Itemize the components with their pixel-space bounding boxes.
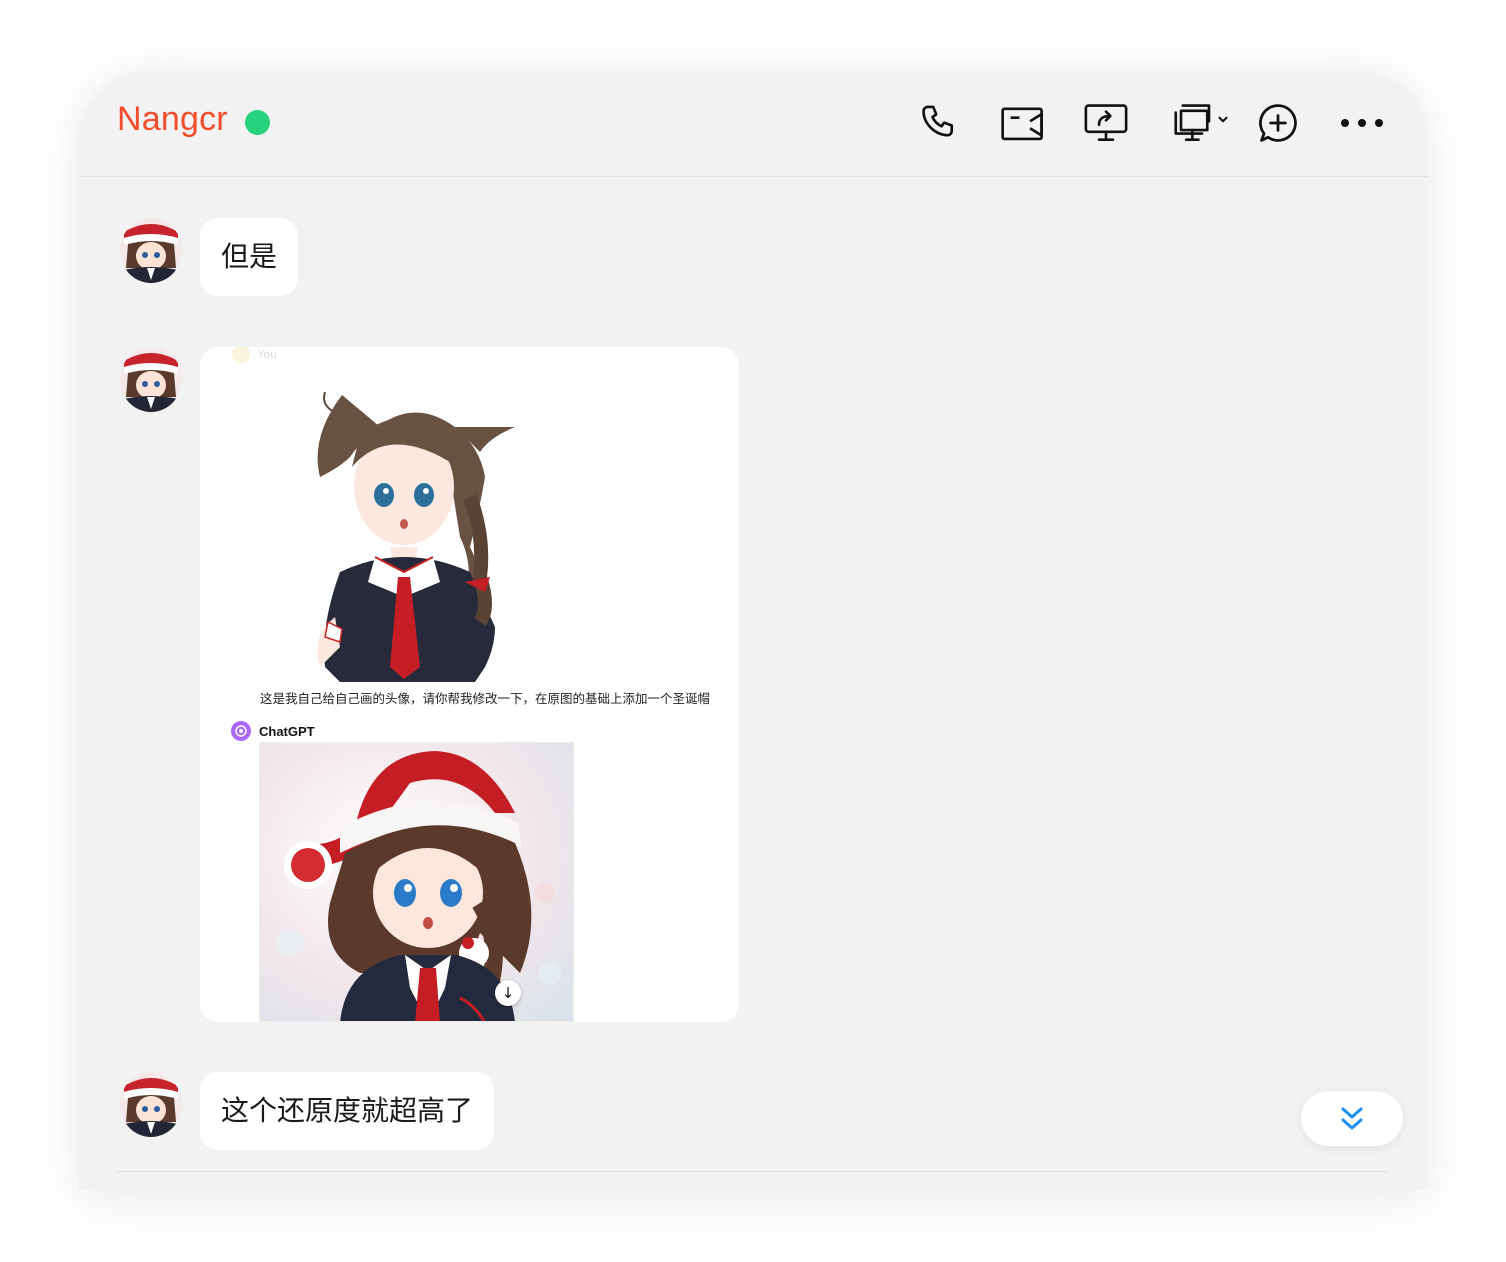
- video-camera-icon: [1001, 107, 1043, 141]
- remote-screen-icon: [1174, 104, 1228, 141]
- chat-window: Nangcr 但是 You 这是我自己给自己画的头像，请你帮我修改一下，在原图的…: [78, 70, 1428, 1190]
- avatar-image: [120, 1072, 182, 1137]
- remote-desktop-button[interactable]: [1167, 100, 1237, 146]
- download-icon[interactable]: ↓: [495, 980, 521, 1006]
- santa-hat-portrait-image: [260, 743, 573, 1021]
- divider: [116, 1171, 1388, 1172]
- assistant-header: ChatGPT: [231, 721, 315, 741]
- avatar-image: [120, 347, 182, 412]
- voice-call-button[interactable]: [917, 100, 963, 146]
- contact-name[interactable]: Nangcr: [117, 100, 228, 139]
- screen-share-icon: [1084, 104, 1128, 141]
- generated-image[interactable]: ↓: [259, 742, 574, 1022]
- online-status-indicator: [245, 110, 270, 135]
- contact-avatar[interactable]: [120, 347, 182, 412]
- avatar-image: [120, 218, 182, 283]
- double-chevron-down-icon: [1341, 1107, 1363, 1129]
- screen-share-button[interactable]: [1083, 100, 1129, 146]
- chat-add-icon: [1259, 104, 1297, 142]
- original-drawing-image: [317, 391, 515, 682]
- message-bubble[interactable]: 这个还原度就超高了: [200, 1072, 495, 1150]
- chatgpt-logo-icon: [231, 721, 251, 741]
- more-options-button[interactable]: [1339, 100, 1385, 146]
- message-bubble[interactable]: 但是: [200, 218, 299, 296]
- prompt-text: 这是我自己给自己画的头像，请你帮我修改一下，在原图的基础上添加一个圣诞帽: [260, 691, 711, 706]
- assistant-name: ChatGPT: [259, 723, 315, 739]
- chat-header: Nangcr: [78, 70, 1428, 177]
- more-dots-icon: [1341, 119, 1383, 127]
- image-message[interactable]: You 这是我自己给自己画的头像，请你帮我修改一下，在原图的基础上添加一个圣诞帽: [200, 347, 739, 1022]
- you-label: You: [232, 347, 277, 363]
- add-chat-button[interactable]: [1255, 100, 1301, 146]
- video-call-button[interactable]: [1000, 100, 1046, 146]
- contact-avatar[interactable]: [120, 218, 182, 283]
- user-icon: [232, 347, 250, 363]
- contact-avatar[interactable]: [120, 1072, 182, 1137]
- scroll-to-bottom-button[interactable]: [1301, 1091, 1403, 1146]
- phone-icon: [922, 105, 954, 137]
